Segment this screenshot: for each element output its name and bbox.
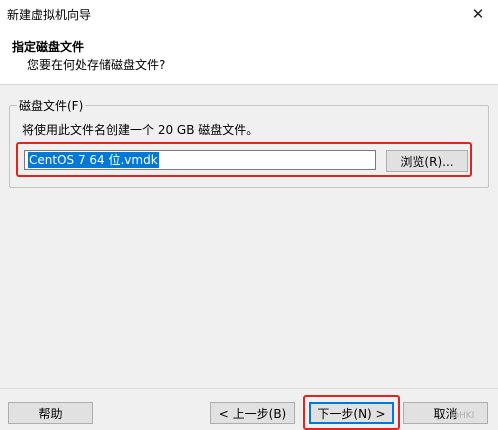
disk-file-description: 将使用此文件名创建一个 20 GB 磁盘文件。 — [22, 123, 259, 137]
input-highlight-box — [16, 142, 472, 177]
help-button[interactable]: 帮助 — [8, 402, 93, 424]
watermark: @HKI — [450, 411, 475, 421]
window-title: 新建虚拟机向导 — [7, 8, 92, 22]
disk-file-group-label: 磁盘文件(F) — [17, 97, 86, 114]
page-subtitle: 您要在何处存储磁盘文件? — [27, 58, 166, 72]
close-icon: ✕ — [471, 5, 485, 23]
title-bar: 新建虚拟机向导 ✕ — [0, 0, 498, 28]
back-button[interactable]: < 上一步(B) — [210, 402, 295, 424]
close-button[interactable]: ✕ — [458, 0, 498, 28]
next-highlight-box — [303, 395, 400, 430]
wizard-header: 指定磁盘文件 您要在何处存储磁盘文件? — [0, 28, 498, 85]
footer-divider — [0, 388, 498, 389]
cancel-button[interactable]: 取消 — [403, 402, 488, 424]
page-title: 指定磁盘文件 — [12, 40, 85, 54]
